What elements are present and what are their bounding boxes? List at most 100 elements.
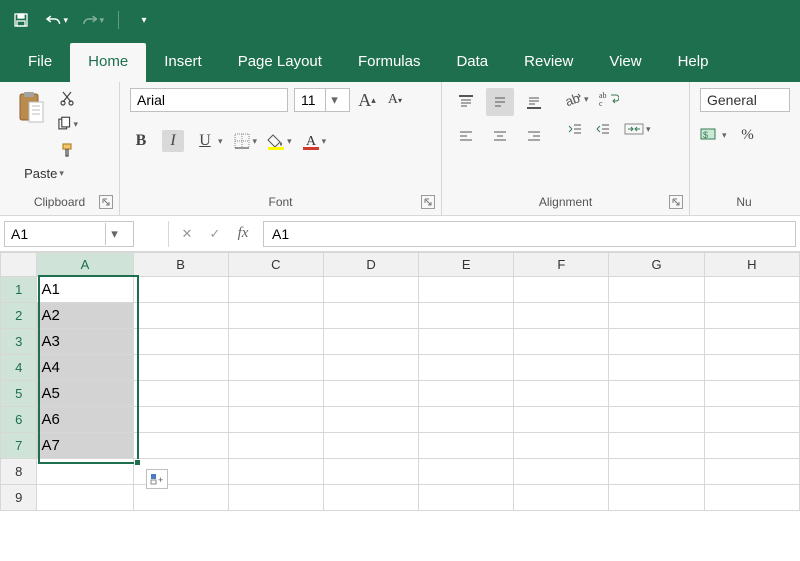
row-header[interactable]: 5 xyxy=(1,381,37,407)
insert-function-icon[interactable]: fx xyxy=(229,221,257,247)
percent-style-icon[interactable]: % xyxy=(737,124,759,146)
cell[interactable] xyxy=(704,433,799,459)
autofill-options-icon[interactable]: + xyxy=(146,469,168,489)
increase-indent-icon[interactable] xyxy=(592,118,614,140)
cell[interactable] xyxy=(609,485,704,511)
column-header[interactable]: A xyxy=(37,253,133,277)
align-center-icon[interactable] xyxy=(486,122,514,150)
number-format-combo[interactable]: General xyxy=(700,88,790,112)
formula-input[interactable] xyxy=(263,221,796,247)
cell[interactable] xyxy=(609,459,704,485)
column-header[interactable]: G xyxy=(609,253,704,277)
cell[interactable] xyxy=(133,381,228,407)
cell[interactable] xyxy=(704,407,799,433)
cell[interactable] xyxy=(419,355,514,381)
cell[interactable] xyxy=(514,407,609,433)
orientation-button[interactable]: ab▾ xyxy=(564,88,589,110)
cell[interactable] xyxy=(419,277,514,303)
cell[interactable] xyxy=(514,303,609,329)
bold-button[interactable]: B xyxy=(130,130,152,152)
align-top-icon[interactable] xyxy=(452,88,480,116)
cell[interactable] xyxy=(133,407,228,433)
cell[interactable]: A2 xyxy=(37,303,133,329)
cell[interactable] xyxy=(609,355,704,381)
column-header[interactable]: B xyxy=(133,253,228,277)
cell[interactable] xyxy=(228,277,323,303)
row-header[interactable]: 9 xyxy=(1,485,37,511)
align-left-icon[interactable] xyxy=(452,122,480,150)
italic-button[interactable]: I xyxy=(162,130,184,152)
tab-file[interactable]: File xyxy=(10,43,70,82)
cell[interactable]: A1 xyxy=(37,277,133,303)
cell[interactable] xyxy=(704,485,799,511)
row-header[interactable]: 8 xyxy=(1,459,37,485)
cell[interactable] xyxy=(419,433,514,459)
cell[interactable]: A7 xyxy=(37,433,133,459)
cell[interactable] xyxy=(609,381,704,407)
tab-help[interactable]: Help xyxy=(660,43,727,82)
cell[interactable] xyxy=(323,355,418,381)
merge-center-button[interactable]: ▾ xyxy=(624,118,651,140)
cell[interactable] xyxy=(609,433,704,459)
cell[interactable] xyxy=(228,355,323,381)
tab-view[interactable]: View xyxy=(591,43,659,82)
font-name-combo[interactable]: ▾ xyxy=(130,88,288,112)
cell[interactable] xyxy=(228,433,323,459)
tab-page-layout[interactable]: Page Layout xyxy=(220,43,340,82)
wrap-text-icon[interactable]: abc xyxy=(599,88,619,110)
enter-formula-icon[interactable]: ✓ xyxy=(201,221,229,247)
undo-icon[interactable]: ▾ xyxy=(46,9,68,31)
paste-button[interactable]: Paste▾ xyxy=(24,166,64,181)
cell[interactable] xyxy=(133,303,228,329)
select-all-corner[interactable] xyxy=(1,253,37,277)
save-icon[interactable] xyxy=(10,9,32,31)
row-header[interactable]: 3 xyxy=(1,329,37,355)
fill-color-button[interactable]: ▾ xyxy=(267,132,292,150)
cell[interactable] xyxy=(419,459,514,485)
cell[interactable] xyxy=(609,277,704,303)
align-right-icon[interactable] xyxy=(520,122,548,150)
cell[interactable] xyxy=(323,329,418,355)
cell[interactable] xyxy=(704,303,799,329)
cell[interactable] xyxy=(228,459,323,485)
cell[interactable] xyxy=(704,381,799,407)
cell[interactable] xyxy=(323,277,418,303)
row-header[interactable]: 1 xyxy=(1,277,37,303)
tab-home[interactable]: Home xyxy=(70,43,146,82)
cut-icon[interactable] xyxy=(56,88,78,108)
font-size-input[interactable] xyxy=(295,89,325,111)
cell[interactable] xyxy=(419,329,514,355)
cell[interactable] xyxy=(609,407,704,433)
cell[interactable] xyxy=(228,407,323,433)
column-header[interactable]: C xyxy=(228,253,323,277)
customize-qat-icon[interactable]: ▾ xyxy=(133,9,155,31)
cell[interactable] xyxy=(323,459,418,485)
paste-icon[interactable] xyxy=(10,88,50,160)
chevron-down-icon[interactable]: ▾ xyxy=(325,89,343,111)
copy-icon[interactable]: ▾ xyxy=(56,114,78,134)
cell[interactable] xyxy=(323,407,418,433)
column-header[interactable]: F xyxy=(514,253,609,277)
cell[interactable] xyxy=(609,329,704,355)
font-size-combo[interactable]: ▾ xyxy=(294,88,350,112)
font-color-button[interactable]: A▾ xyxy=(302,132,327,150)
cell[interactable] xyxy=(419,303,514,329)
cell[interactable]: A5 xyxy=(37,381,133,407)
cell[interactable] xyxy=(514,277,609,303)
cancel-formula-icon[interactable]: ✕ xyxy=(173,221,201,247)
column-header[interactable]: D xyxy=(323,253,418,277)
cell[interactable] xyxy=(323,381,418,407)
cell[interactable]: A4 xyxy=(37,355,133,381)
shrink-font-icon[interactable]: A▾ xyxy=(384,89,406,111)
font-dialog-launcher[interactable] xyxy=(421,195,435,209)
cell[interactable] xyxy=(419,381,514,407)
cell[interactable]: A6 xyxy=(37,407,133,433)
cell[interactable] xyxy=(419,485,514,511)
cell[interactable] xyxy=(514,433,609,459)
cell[interactable] xyxy=(514,329,609,355)
cell[interactable] xyxy=(514,459,609,485)
cell[interactable] xyxy=(514,355,609,381)
spreadsheet-grid[interactable]: ABCDEFGH1A12A23A34A45A56A67A789 + xyxy=(0,252,800,511)
cell[interactable] xyxy=(609,303,704,329)
cell[interactable] xyxy=(37,459,133,485)
